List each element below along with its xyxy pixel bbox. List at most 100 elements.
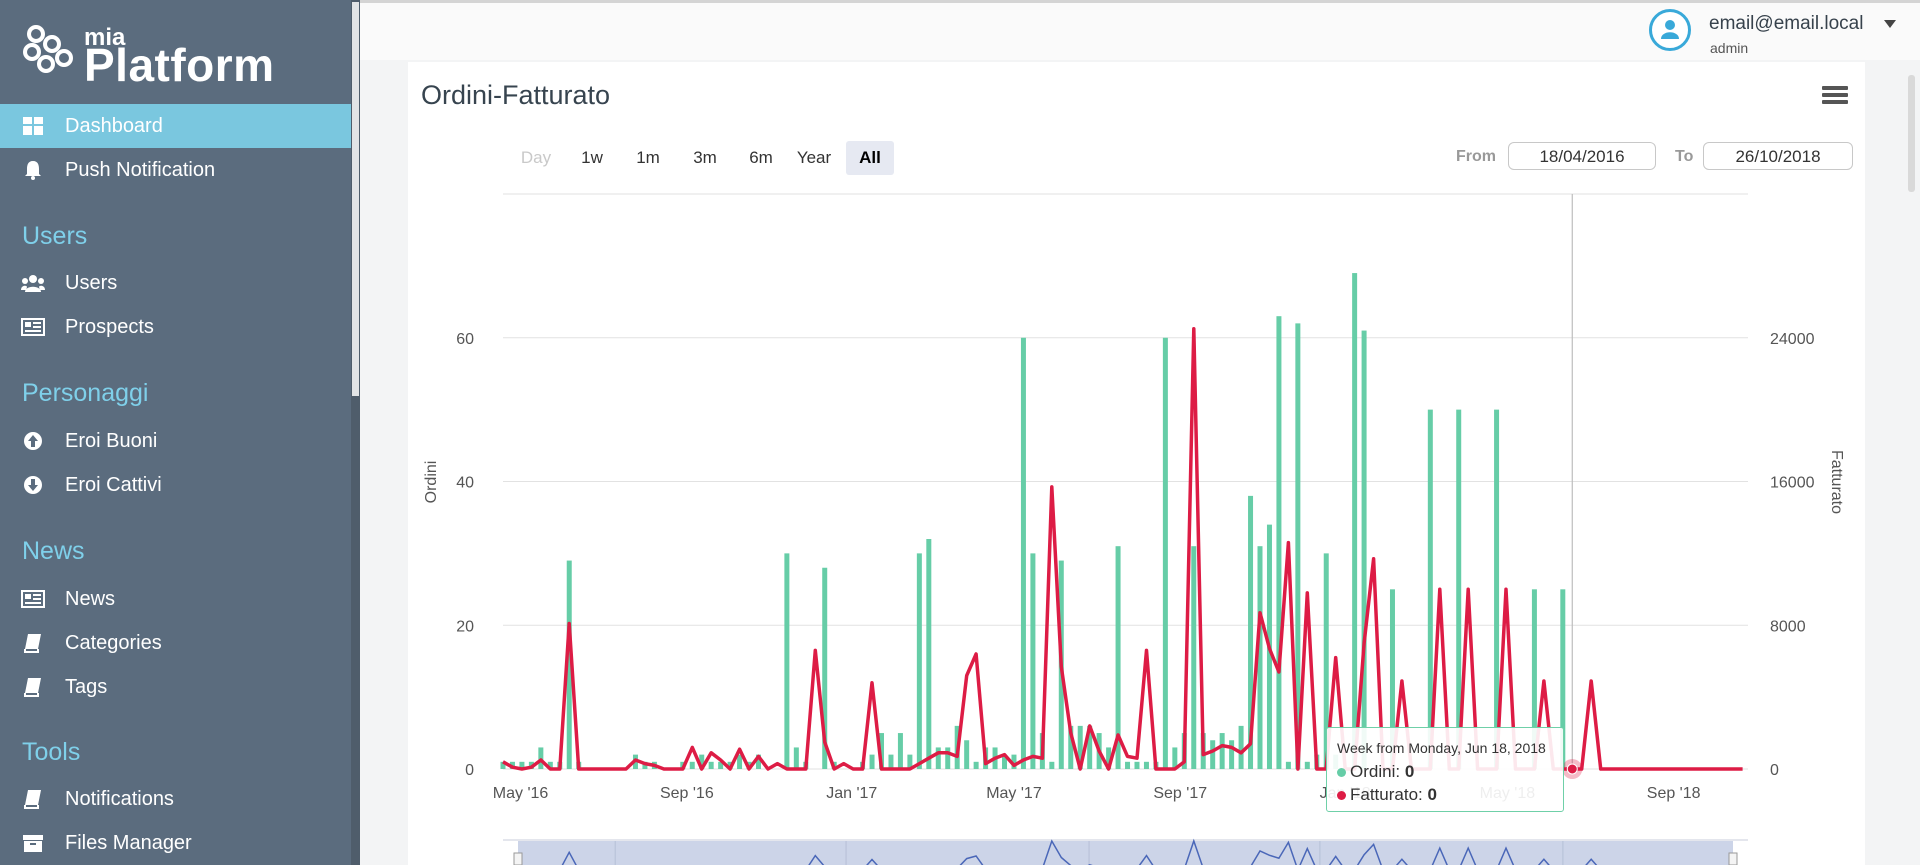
sidebar-item-label: Push Notification [65, 158, 216, 181]
range-button-1m[interactable]: 1m [624, 141, 672, 175]
ordini-bar [1162, 337, 1168, 769]
sidebar-item-push-notification[interactable]: Push Notification [0, 148, 351, 192]
sidebar-item-label: Eroi Buoni [65, 429, 158, 452]
ordini-bar [1352, 273, 1358, 769]
sidebar-item-label: Tags [65, 675, 108, 698]
tooltip-fatturato-label: Fatturato [1350, 785, 1419, 804]
navigator-left-handle [513, 852, 523, 865]
range-button-3m[interactable]: 3m [681, 141, 729, 175]
y-right-axis-title: Fatturato [1828, 450, 1845, 514]
ordini-bar [1125, 761, 1131, 769]
ordini-fatturato-chart[interactable]: 0 020 800040 1600060 24000Ordini FatturatoMay… [408, 180, 1848, 865]
x-tick-label: Sep '17 [1153, 785, 1207, 802]
highlight-point [1566, 763, 1578, 775]
from-date-input[interactable]: 18/04/2016 [1508, 142, 1656, 170]
sidebar: mia Platform Dashboard Push Notification… [0, 0, 351, 865]
ordini-bar [1030, 553, 1036, 769]
sidebar-item-label: Categories [65, 631, 162, 654]
ordini-bar [964, 740, 970, 769]
sidebar-item-eroi-buoni[interactable]: Eroi Buoni [0, 419, 351, 463]
sidebar-item-news[interactable]: News [0, 577, 351, 621]
sidebar-item-users[interactable]: Users [0, 261, 351, 305]
sidebar-item-prospects[interactable]: Prospects [0, 305, 351, 349]
ordini-bar [1276, 316, 1282, 769]
page-scrollbar-thumb[interactable] [1908, 75, 1915, 192]
range-button-day[interactable]: Day [512, 141, 560, 175]
hexagon-logo-icon [23, 25, 73, 73]
ordini-bar [1134, 761, 1140, 769]
book-icon [21, 787, 45, 811]
ordini-bar [538, 747, 544, 769]
user-avatar[interactable] [1649, 9, 1691, 51]
book-icon [21, 631, 45, 655]
to-label: To [1675, 148, 1694, 165]
section-news-heading: News [22, 537, 85, 565]
arrow-circle-up-icon [21, 429, 45, 453]
navigator-right-handle [1728, 852, 1738, 865]
section-tools-heading: Tools [22, 738, 81, 766]
ordini-bar [708, 761, 714, 769]
ordini-bar [926, 539, 932, 769]
y-right-tick-label: 16000 [1770, 475, 1815, 492]
section-users-heading: Users [22, 222, 88, 250]
ordini-bar [1304, 761, 1310, 769]
ordini-bar [1285, 761, 1291, 769]
ordini-bar [1143, 761, 1149, 769]
sidebar-item-label: Eroi Cattivi [65, 473, 162, 496]
y-right-tick-label: 0 [1770, 762, 1779, 779]
chart-title: Ordini-Fatturato [421, 80, 611, 110]
sidebar-item-files-manager[interactable]: Files Manager [0, 821, 351, 865]
chart-tooltip: Week from Monday, Jun 18, 2018 Ordini: 0… [1326, 727, 1564, 812]
bell-icon [21, 158, 45, 182]
ordini-bar [869, 754, 875, 769]
sidebar-item-notifications[interactable]: Notifications [0, 777, 351, 821]
ordini-bar [916, 553, 922, 769]
x-tick-label: Jan '17 [826, 785, 877, 802]
y-right-tick-label: 24000 [1770, 331, 1815, 348]
chevron-down-icon[interactable] [1884, 20, 1896, 28]
logo-platform-text: Platform [84, 39, 275, 91]
newspaper-icon [21, 587, 45, 611]
ordini-bar [784, 553, 790, 769]
sidebar-item-label: Notifications [65, 787, 174, 810]
user-icon [1661, 20, 1679, 39]
tooltip-row-fatturato: Fatturato: 0 [1337, 785, 1437, 805]
user-email[interactable]: email@email.local [1709, 13, 1863, 35]
tooltip-row-ordini: Ordini: 0 [1337, 762, 1414, 782]
sidebar-item-categories[interactable]: Categories [0, 621, 351, 665]
range-button-6m[interactable]: 6m [737, 141, 785, 175]
hamburger-menu-icon[interactable] [1822, 85, 1848, 105]
sidebar-scrollbar-thumb[interactable] [352, 2, 359, 396]
sidebar-item-dashboard[interactable]: Dashboard [0, 104, 351, 148]
ordini-bar [897, 733, 903, 769]
ordini-bar [935, 747, 941, 769]
newspaper-icon [21, 315, 45, 339]
tooltip-ordini-label: Ordini [1350, 762, 1396, 781]
ordini-bar [1020, 337, 1026, 769]
range-button-all[interactable]: All [846, 141, 894, 175]
tooltip-fatturato-value: 0 [1427, 785, 1437, 804]
sidebar-item-label: News [65, 587, 116, 610]
y-left-tick-label: 20 [456, 618, 474, 635]
to-date-input[interactable]: 26/10/2018 [1703, 142, 1853, 170]
ordini-bar [945, 747, 951, 769]
sidebar-item-label: Users [65, 271, 118, 294]
ordini-bar [973, 761, 979, 769]
users-icon [21, 271, 45, 295]
mia-platform-logo[interactable]: mia Platform [22, 24, 282, 91]
ordini-bar [1210, 740, 1216, 769]
x-tick-label: Sep '18 [1647, 785, 1701, 802]
sidebar-item-eroi-cattivi[interactable]: Eroi Cattivi [0, 463, 351, 507]
x-tick-label: May '17 [986, 785, 1042, 802]
sidebar-item-tags[interactable]: Tags [0, 665, 351, 709]
fatturato-line [502, 327, 1743, 771]
sidebar-item-label: Dashboard [65, 114, 163, 137]
ordini-bar [1238, 725, 1244, 769]
range-button-1w[interactable]: 1w [568, 141, 616, 175]
range-button-year[interactable]: Year [789, 141, 839, 175]
y-left-tick-label: 40 [456, 475, 474, 492]
arrow-circle-down-icon [21, 473, 45, 497]
sidebar-item-label: Files Manager [65, 831, 192, 854]
sidebar-item-label: Prospects [65, 315, 154, 338]
from-label: From [1456, 148, 1496, 165]
